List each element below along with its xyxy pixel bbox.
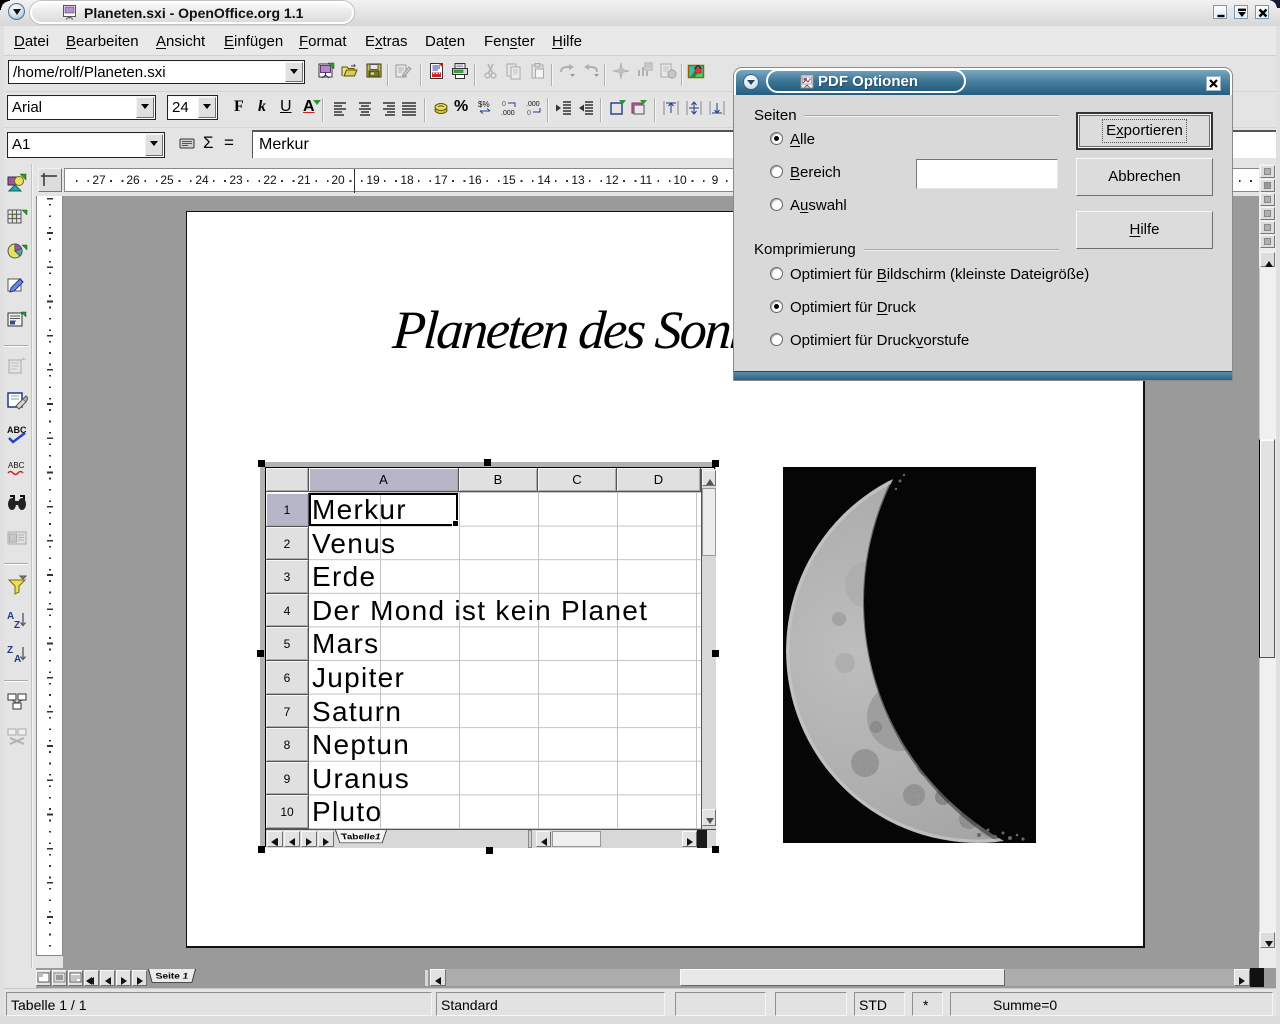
- svg-text:Z: Z: [14, 620, 20, 631]
- svg-text:A: A: [14, 654, 21, 665]
- svg-text:.000: .000: [501, 110, 515, 117]
- svg-text:0: 0: [527, 110, 531, 117]
- svg-text:ABC: ABC: [8, 461, 25, 470]
- svg-text:.000: .000: [526, 101, 540, 108]
- svg-text:$%: $%: [478, 100, 490, 109]
- svg-text:Z: Z: [7, 645, 13, 656]
- svg-text:0: 0: [502, 101, 506, 108]
